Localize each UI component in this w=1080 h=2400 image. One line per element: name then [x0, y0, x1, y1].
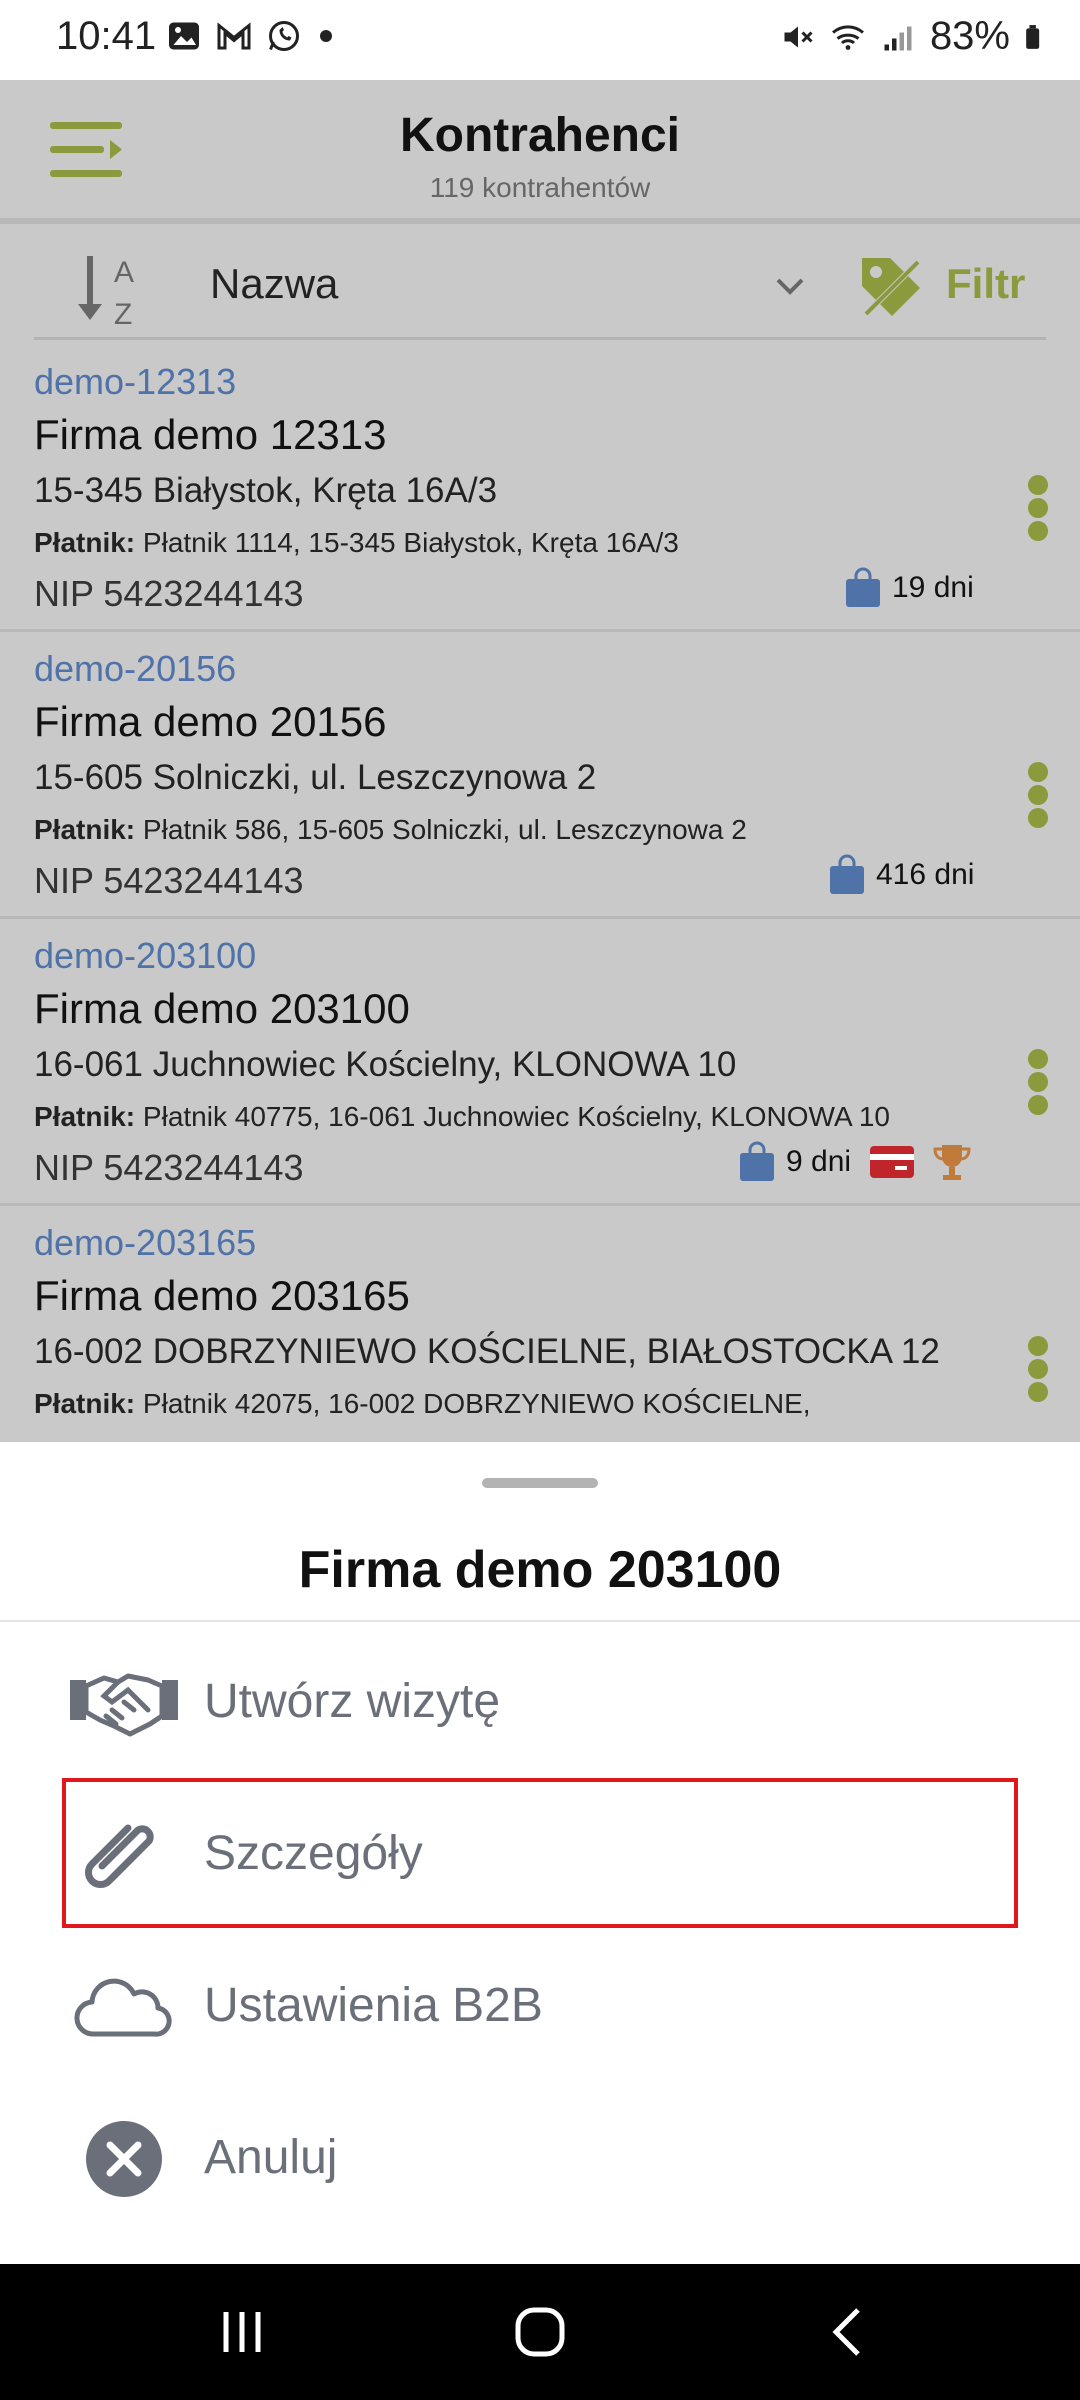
close-circle-icon	[86, 2121, 162, 2197]
contractors-screen: Kontrahenci 119 kontrahentów A Z Nazwa F…	[0, 80, 1080, 1442]
highlight-box	[62, 1778, 1018, 1928]
contractor-address: 16-061 Juchnowiec Kościelny, KLONOWA 10	[34, 1045, 737, 1084]
contractor-payer: Płatnik: Płatnik 40775, 16-061 Juchnowie…	[34, 1101, 890, 1132]
handshake-icon	[70, 1673, 178, 1737]
mute-icon	[784, 26, 813, 47]
contractor-payer: Płatnik: Płatnik 586, 15-605 Solniczki, …	[34, 814, 747, 845]
status-badges: 416 dni	[828, 854, 974, 896]
notification-dot-icon	[320, 30, 332, 42]
wifi-icon	[831, 24, 864, 50]
list-item[interactable]: demo-12313 Firma demo 12313 15-345 Biały…	[0, 345, 1080, 632]
days-since-order: 9 dni	[786, 1145, 852, 1178]
contractor-address: 15-605 Solniczki, ul. Leszczynowa 2	[34, 758, 597, 797]
contractor-code: demo-203165	[34, 1222, 257, 1263]
cloud-icon	[74, 1978, 172, 2037]
app-header: Kontrahenci 119 kontrahentów	[0, 80, 1080, 224]
battery-percent: 83%	[929, 14, 1010, 58]
contractor-name: Firma demo 203100	[34, 985, 410, 1032]
status-badges: 19 dni	[844, 567, 974, 609]
page-subtitle: 119 kontrahentów	[429, 172, 651, 203]
contractor-payer: Płatnik: Płatnik 42075, 16-002 DOBRZYNIE…	[34, 1388, 811, 1419]
list-item[interactable]: demo-20156 Firma demo 20156 15-605 Solni…	[0, 632, 1080, 919]
cancel-label: Anuluj	[204, 2131, 338, 2184]
contractor-address: 15-345 Białystok, Kręta 16A/3	[34, 471, 498, 510]
create-visit-label: Utwórz wizytę	[204, 1675, 501, 1728]
page-title: Kontrahenci	[399, 109, 681, 162]
shopping-bag-icon	[846, 567, 880, 607]
more-options-icon[interactable]	[1028, 1049, 1050, 1115]
contractor-name: Firma demo 20156	[34, 698, 387, 745]
b2b-settings-button[interactable]: Ustawienia B2B	[0, 1932, 1080, 2082]
system-nav-bar	[0, 2264, 1080, 2400]
whatsapp-icon	[269, 21, 299, 51]
chevron-down-icon[interactable]	[770, 272, 810, 302]
gmail-icon	[217, 22, 251, 50]
cancel-button[interactable]: Anuluj	[0, 2084, 1080, 2234]
status-badges: 9 dni	[738, 1141, 973, 1183]
recent-apps-icon[interactable]	[212, 2304, 272, 2360]
contractor-nip: NIP 5423244143	[34, 573, 304, 614]
contractor-code: demo-203100	[34, 935, 257, 976]
more-options-icon[interactable]	[1028, 762, 1050, 828]
contractor-address: 16-002 DOBRZYNIEWO KOŚCIELNE, BIAŁOSTOCK…	[34, 1332, 940, 1371]
credit-card-icon	[870, 1146, 915, 1178]
sort-az-icon[interactable]: A Z	[74, 250, 146, 330]
signal-icon	[884, 26, 912, 50]
contractor-nip: NIP 5423244143	[34, 860, 304, 901]
more-options-icon[interactable]	[1028, 475, 1050, 541]
filter-button[interactable]: Filtr	[946, 260, 1025, 308]
sort-filter-bar: A Z Nazwa Filtr	[0, 230, 1080, 340]
contractor-payer: Płatnik: Płatnik 1114, 15-345 Białystok,…	[34, 527, 679, 558]
list-item[interactable]: demo-203165 Firma demo 203165 16-002 DOB…	[0, 1206, 1080, 1442]
contractor-name: Firma demo 203165	[34, 1272, 410, 1319]
contractor-code: demo-20156	[34, 648, 237, 689]
status-bar: 10:41 83%	[0, 0, 1080, 80]
filter-tag-icon[interactable]	[856, 252, 926, 322]
contractor-code: demo-12313	[34, 361, 237, 402]
svg-text:Z: Z	[114, 298, 132, 330]
days-since-order: 19 dni	[892, 571, 974, 604]
trophy-icon	[933, 1145, 971, 1180]
shopping-bag-icon	[740, 1141, 774, 1181]
home-icon[interactable]	[510, 2304, 570, 2360]
days-since-order: 416 dni	[876, 858, 975, 891]
b2b-settings-label: Ustawienia B2B	[204, 1979, 543, 2032]
contractor-nip: NIP 5423244143	[34, 1147, 304, 1188]
shopping-bag-icon	[830, 854, 864, 894]
sort-dropdown[interactable]: Nazwa	[210, 260, 338, 308]
contractor-name: Firma demo 12313	[34, 411, 387, 458]
more-options-icon[interactable]	[1028, 1336, 1050, 1402]
status-time: 10:41	[56, 14, 157, 58]
svg-text:A: A	[114, 256, 134, 289]
gallery-icon	[169, 22, 199, 50]
back-icon[interactable]	[818, 2304, 878, 2360]
battery-icon	[1026, 24, 1040, 49]
list-item[interactable]: demo-203100 Firma demo 203100 16-061 Juc…	[0, 919, 1080, 1206]
sheet-title: Firma demo 203100	[298, 1541, 782, 1599]
create-visit-button[interactable]: Utwórz wizytę	[0, 1628, 1080, 1778]
sheet-drag-handle[interactable]	[482, 1478, 598, 1488]
